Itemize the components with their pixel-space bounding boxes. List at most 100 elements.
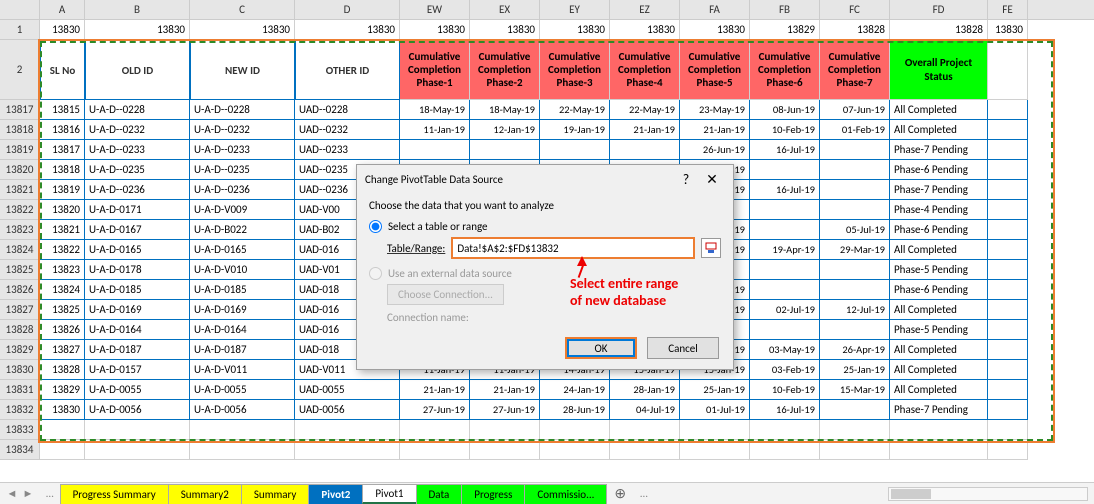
cell[interactable]: 08-Jun-19 bbox=[750, 100, 820, 120]
cell[interactable]: 22-May-19 bbox=[610, 100, 680, 120]
cell[interactable]: 25-Jan-19 bbox=[820, 360, 890, 380]
cell[interactable]: 21-Jan-19 bbox=[610, 120, 680, 140]
radio-select-table[interactable]: Select a table or range bbox=[369, 220, 721, 233]
row-header[interactable]: 13829 bbox=[0, 340, 40, 360]
cell[interactable]: 13819 bbox=[40, 180, 85, 200]
cell[interactable] bbox=[400, 140, 470, 160]
cell[interactable]: U-A-D--0236 bbox=[190, 180, 295, 200]
cell[interactable] bbox=[540, 420, 610, 440]
cell[interactable]: 10-Feb-19 bbox=[750, 380, 820, 400]
cell[interactable] bbox=[988, 400, 1028, 420]
cell[interactable] bbox=[40, 440, 85, 460]
cell[interactable] bbox=[750, 440, 820, 460]
cell[interactable]: U-A-D-0185 bbox=[190, 280, 295, 300]
cell[interactable]: U-A-D--0232 bbox=[190, 120, 295, 140]
cell[interactable]: 01-Jul-19 bbox=[680, 400, 750, 420]
cell[interactable] bbox=[540, 440, 610, 460]
cell[interactable]: 11-Jan-19 bbox=[400, 120, 470, 140]
dialog-titlebar[interactable]: Change PivotTable Data Source ? ✕ bbox=[357, 165, 733, 193]
cell[interactable] bbox=[988, 380, 1028, 400]
column-header-FE[interactable]: FE bbox=[988, 0, 1028, 19]
cell[interactable]: U-A-D-0056 bbox=[85, 400, 190, 420]
cell[interactable]: Phase-6 Pending bbox=[890, 160, 988, 180]
cell[interactable]: 21-Jan-19 bbox=[400, 380, 470, 400]
cell[interactable]: UAD--0232 bbox=[295, 120, 400, 140]
cell[interactable]: 10-Feb-19 bbox=[750, 120, 820, 140]
cell[interactable]: 18-May-19 bbox=[470, 100, 540, 120]
cell[interactable] bbox=[470, 420, 540, 440]
new-sheet-button[interactable]: ⊕ bbox=[606, 485, 634, 502]
cell[interactable]: UAD-0055 bbox=[295, 380, 400, 400]
column-header-D[interactable]: D bbox=[295, 0, 400, 19]
help-icon[interactable]: ? bbox=[673, 171, 699, 188]
cell[interactable]: 19-Jan-19 bbox=[540, 120, 610, 140]
row-header[interactable]: 13831 bbox=[0, 380, 40, 400]
header-cell[interactable]: Cumulative Completion Phase-7 bbox=[820, 40, 890, 100]
cell[interactable] bbox=[820, 320, 890, 340]
cell[interactable]: 22-May-19 bbox=[540, 100, 610, 120]
chevron-left-icon[interactable]: ◄ bbox=[7, 487, 18, 500]
cell[interactable]: U-A-D-0164 bbox=[85, 320, 190, 340]
table-range-input[interactable] bbox=[457, 242, 689, 255]
cell[interactable] bbox=[820, 260, 890, 280]
sheet-tab[interactable]: Pivot1 bbox=[362, 484, 416, 504]
cell[interactable] bbox=[750, 260, 820, 280]
row-header[interactable]: 13821 bbox=[0, 180, 40, 200]
header-cell[interactable]: OLD ID bbox=[85, 40, 190, 100]
cell[interactable] bbox=[750, 280, 820, 300]
cell[interactable]: All Completed bbox=[890, 340, 988, 360]
cell[interactable] bbox=[400, 440, 470, 460]
header-cell[interactable]: Cumulative Completion Phase-3 bbox=[540, 40, 610, 100]
cell[interactable]: 29-Mar-19 bbox=[820, 240, 890, 260]
cell[interactable]: 19-Apr-19 bbox=[750, 240, 820, 260]
cell[interactable] bbox=[750, 160, 820, 180]
cell[interactable] bbox=[750, 220, 820, 240]
column-header-EX[interactable]: EX bbox=[470, 0, 540, 19]
header-cell[interactable]: Overall Project Status bbox=[890, 40, 988, 100]
cell[interactable] bbox=[190, 420, 295, 440]
cell[interactable]: U-A-D--0235 bbox=[190, 160, 295, 180]
cell[interactable] bbox=[400, 420, 470, 440]
cell[interactable]: 13830 bbox=[610, 20, 680, 40]
row-header[interactable]: 13823 bbox=[0, 220, 40, 240]
cell[interactable]: U-A-D-V009 bbox=[190, 200, 295, 220]
row-header[interactable]: 13817 bbox=[0, 100, 40, 120]
row-header[interactable]: 13832 bbox=[0, 400, 40, 420]
cell[interactable]: 16-Jul-19 bbox=[750, 400, 820, 420]
cell[interactable]: 13829 bbox=[750, 20, 820, 40]
cell[interactable]: U-A-D-V011 bbox=[190, 360, 295, 380]
cell[interactable]: 13829 bbox=[40, 380, 85, 400]
scrollbar-thumb[interactable] bbox=[891, 489, 931, 499]
cell[interactable] bbox=[988, 160, 1028, 180]
cell[interactable]: 13818 bbox=[40, 160, 85, 180]
cell[interactable]: 21-Jan-19 bbox=[470, 380, 540, 400]
cell[interactable] bbox=[295, 420, 400, 440]
cell[interactable]: U-A-D--0236 bbox=[85, 180, 190, 200]
radio-select-table-input[interactable] bbox=[369, 220, 382, 233]
cell[interactable]: 13820 bbox=[40, 200, 85, 220]
cell[interactable]: Phase-7 Pending bbox=[890, 140, 988, 160]
cell[interactable]: 27-Jun-19 bbox=[400, 400, 470, 420]
cell[interactable]: U-A-D-0169 bbox=[85, 300, 190, 320]
cell[interactable] bbox=[890, 440, 988, 460]
cell[interactable] bbox=[988, 260, 1028, 280]
cell[interactable] bbox=[988, 180, 1028, 200]
cell[interactable]: Phase-6 Pending bbox=[890, 280, 988, 300]
cell[interactable]: 13830 bbox=[85, 20, 190, 40]
cell[interactable]: Phase-6 Pending bbox=[890, 220, 988, 240]
header-cell[interactable]: Cumulative Completion Phase-1 bbox=[400, 40, 470, 100]
cell[interactable]: U-A-D-0164 bbox=[190, 320, 295, 340]
cell[interactable]: All Completed bbox=[890, 300, 988, 320]
sheet-tab[interactable]: Commissio... bbox=[524, 484, 607, 504]
cell[interactable]: 02-Jul-19 bbox=[750, 300, 820, 320]
cell[interactable]: U-A-D--0232 bbox=[85, 120, 190, 140]
cell[interactable]: 24-Jan-19 bbox=[540, 380, 610, 400]
cell[interactable] bbox=[820, 400, 890, 420]
cell[interactable] bbox=[988, 340, 1028, 360]
cell[interactable] bbox=[988, 280, 1028, 300]
column-header-C[interactable]: C bbox=[190, 0, 295, 19]
cell[interactable]: U-A-D-V010 bbox=[190, 260, 295, 280]
cell[interactable]: U-A-D-B022 bbox=[190, 220, 295, 240]
chevron-right-icon[interactable]: ► bbox=[23, 487, 34, 500]
cell[interactable]: 21-Jan-19 bbox=[680, 120, 750, 140]
